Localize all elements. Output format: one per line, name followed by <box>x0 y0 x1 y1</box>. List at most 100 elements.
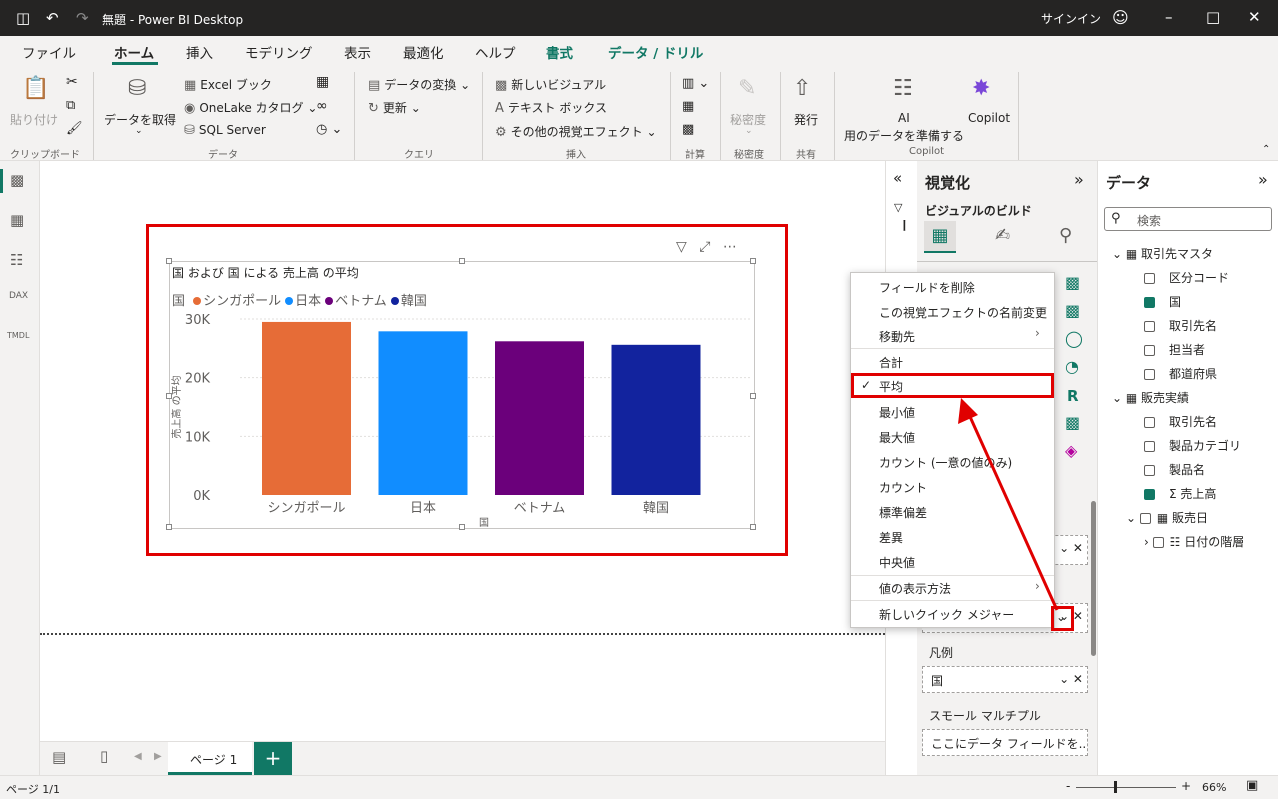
menu-item[interactable]: 最大値 <box>879 429 915 446</box>
field-item[interactable]: 製品名 <box>1144 461 1205 478</box>
dax-query-view-icon[interactable]: DAX <box>9 291 28 301</box>
model-view-icon[interactable]: ☷ <box>10 251 23 269</box>
resize-handle[interactable] <box>166 258 172 264</box>
textbox-button[interactable]: A テキスト ボックス <box>495 99 607 116</box>
bar[interactable] <box>611 344 701 495</box>
quick-measure-icon[interactable]: ▥ ⌄ <box>682 76 709 91</box>
field-checkbox[interactable] <box>1144 465 1155 476</box>
tab-home[interactable]: ホーム <box>114 42 154 62</box>
zoom-in-icon[interactable]: + <box>1181 779 1191 793</box>
tab-format[interactable]: 書式 <box>546 42 573 62</box>
r-visual-icon[interactable]: R <box>1067 387 1079 405</box>
menu-item[interactable]: カウント <box>879 479 927 496</box>
next-page-icon[interactable]: ▶ <box>154 751 162 762</box>
maximize-icon[interactable]: □ <box>1206 8 1220 26</box>
field-item[interactable]: Σ 売上高 <box>1144 485 1216 502</box>
tab-data-drill[interactable]: データ / ドリル <box>608 42 703 62</box>
chevron-down-icon[interactable]: ⌄ <box>1112 247 1122 261</box>
signin-link[interactable]: サインイン <box>1041 10 1101 27</box>
chevron-remove-icons[interactable]: ⌄ ✕ <box>1059 672 1083 686</box>
cut-icon[interactable]: ✂ <box>66 74 78 90</box>
close-icon[interactable]: ✕ <box>1248 8 1261 26</box>
menu-item[interactable]: 新しいクイック メジャー <box>879 606 1014 623</box>
format-visual-icon[interactable]: ✍ <box>995 225 1010 246</box>
chevron-down-icon[interactable]: ⌄ <box>1126 511 1136 525</box>
bar[interactable] <box>495 341 584 495</box>
onelake-button[interactable]: ◉ OneLake カタログ ⌄ <box>184 99 317 116</box>
field-checkbox[interactable] <box>1144 441 1155 452</box>
bar-chart-visual[interactable]: 国 および 国 による 売上高 の平均 国 シンガポール 日本 ベトナム 韓国 0K 1… <box>166 258 756 530</box>
date-field-node[interactable]: ⌄ ▦ 販売日 <box>1126 509 1208 526</box>
prev-page-icon[interactable]: ◀ <box>134 751 142 762</box>
date-hierarchy-node[interactable]: › ☷ 日付の階層 <box>1144 533 1244 550</box>
resize-handle[interactable] <box>750 524 756 530</box>
refresh-button[interactable]: ↻ 更新 ⌄ <box>368 99 421 116</box>
collapse-data-pane-icon[interactable]: » <box>1258 170 1268 189</box>
table-node[interactable]: ⌄ ▦ 取引先マスタ <box>1112 245 1213 262</box>
menu-item[interactable]: 差異 <box>879 529 903 546</box>
resize-handle[interactable] <box>166 393 172 399</box>
enter-data-icon[interactable]: ▦ <box>316 74 329 90</box>
scrollbar[interactable] <box>1091 501 1096 656</box>
filter-icon[interactable]: ▽ <box>676 239 687 255</box>
collapse-pane-icon[interactable]: » <box>1074 170 1084 189</box>
tmdl-view-icon[interactable]: TMDL <box>7 331 29 340</box>
field-checkbox[interactable] <box>1144 369 1155 380</box>
field-item[interactable]: 製品カテゴリ <box>1144 437 1241 454</box>
tab-file[interactable]: ファイル <box>22 42 76 62</box>
chevron-down-icon[interactable]: ⌄ <box>1056 610 1066 624</box>
page-tab-1[interactable]: ページ 1 <box>168 742 252 775</box>
zoom-slider-thumb[interactable] <box>1114 781 1117 793</box>
add-page-button[interactable]: + <box>254 742 292 775</box>
visual-type-icons[interactable]: ◯ <box>1065 329 1083 348</box>
report-view-icon[interactable]: ▩ <box>10 171 24 189</box>
field-checkbox[interactable] <box>1152 537 1164 548</box>
recent-sources-icon[interactable]: ◷ ⌄ <box>316 122 342 137</box>
table-node[interactable]: ⌄ ▦ 販売実績 <box>1112 389 1189 406</box>
field-item[interactable]: 担当者 <box>1144 341 1205 358</box>
tab-modeling[interactable]: モデリング <box>245 42 313 62</box>
chevron-down-icon[interactable]: ⌄ <box>1112 391 1122 405</box>
menu-item[interactable]: カウント (一意の値のみ) <box>879 454 1012 471</box>
menu-item[interactable]: この視覚エフェクトの名前変更 <box>879 304 1047 321</box>
fit-to-page-icon[interactable]: ▣ <box>1246 778 1258 793</box>
field-checkbox[interactable] <box>1144 417 1155 428</box>
focus-mode-icon[interactable]: ⤢ <box>699 239 710 255</box>
resize-handle[interactable] <box>459 258 465 264</box>
redo-icon[interactable]: ↷ <box>76 9 89 27</box>
expand-filters-icon[interactable]: « <box>893 169 902 187</box>
tab-view[interactable]: 表示 <box>344 42 371 62</box>
menu-item[interactable]: 最小値 <box>879 404 915 421</box>
more-options-icon[interactable]: ⋯ <box>723 239 737 255</box>
paste-button[interactable]: 貼り付け <box>10 111 58 128</box>
chevron-right-icon[interactable]: › <box>1144 535 1149 549</box>
undo-icon[interactable]: ↶ <box>46 9 59 27</box>
chevron-remove-icons[interactable]: ⌄ ✕ <box>1059 541 1083 555</box>
menu-item[interactable]: 移動先 <box>879 328 915 345</box>
visual-type-icons[interactable]: ◔ <box>1065 357 1079 376</box>
copy-icon[interactable]: ⧉ <box>66 98 75 113</box>
tab-optimize[interactable]: 最適化 <box>403 42 444 62</box>
field-item[interactable]: 都道府県 <box>1144 365 1217 382</box>
transform-data-button[interactable]: ▤ データの変換 ⌄ <box>368 76 470 93</box>
ai-prepare-label-1[interactable]: AI <box>898 111 910 125</box>
field-checkbox[interactable] <box>1144 345 1155 356</box>
format-painter-icon[interactable]: 🖌 <box>66 121 83 136</box>
copilot-button[interactable]: Copilot <box>968 111 1010 125</box>
menu-item[interactable]: 標準偏差 <box>879 504 927 521</box>
account-icon[interactable]: ☺ <box>1112 8 1129 27</box>
resize-handle[interactable] <box>459 524 465 530</box>
bar[interactable] <box>262 321 351 495</box>
field-checkbox[interactable] <box>1144 321 1155 332</box>
visual-type-icons[interactable]: ▩ <box>1065 413 1080 432</box>
table-view-icon[interactable]: ▦ <box>10 211 24 229</box>
field-item[interactable]: 取引先名 <box>1144 317 1217 334</box>
tab-help[interactable]: ヘルプ <box>475 42 516 62</box>
publish-button[interactable]: 発行 <box>794 111 818 128</box>
search-input[interactable]: ⚲ 検索 <box>1104 207 1272 231</box>
menu-item[interactable]: 合計 <box>879 354 903 371</box>
calculator-icon[interactable]: ▦ <box>682 99 694 114</box>
field-item[interactable]: 国 <box>1144 293 1181 310</box>
visual-type-icons[interactable]: ▩ <box>1065 301 1080 320</box>
new-column-icon[interactable]: ▩ <box>682 122 694 137</box>
